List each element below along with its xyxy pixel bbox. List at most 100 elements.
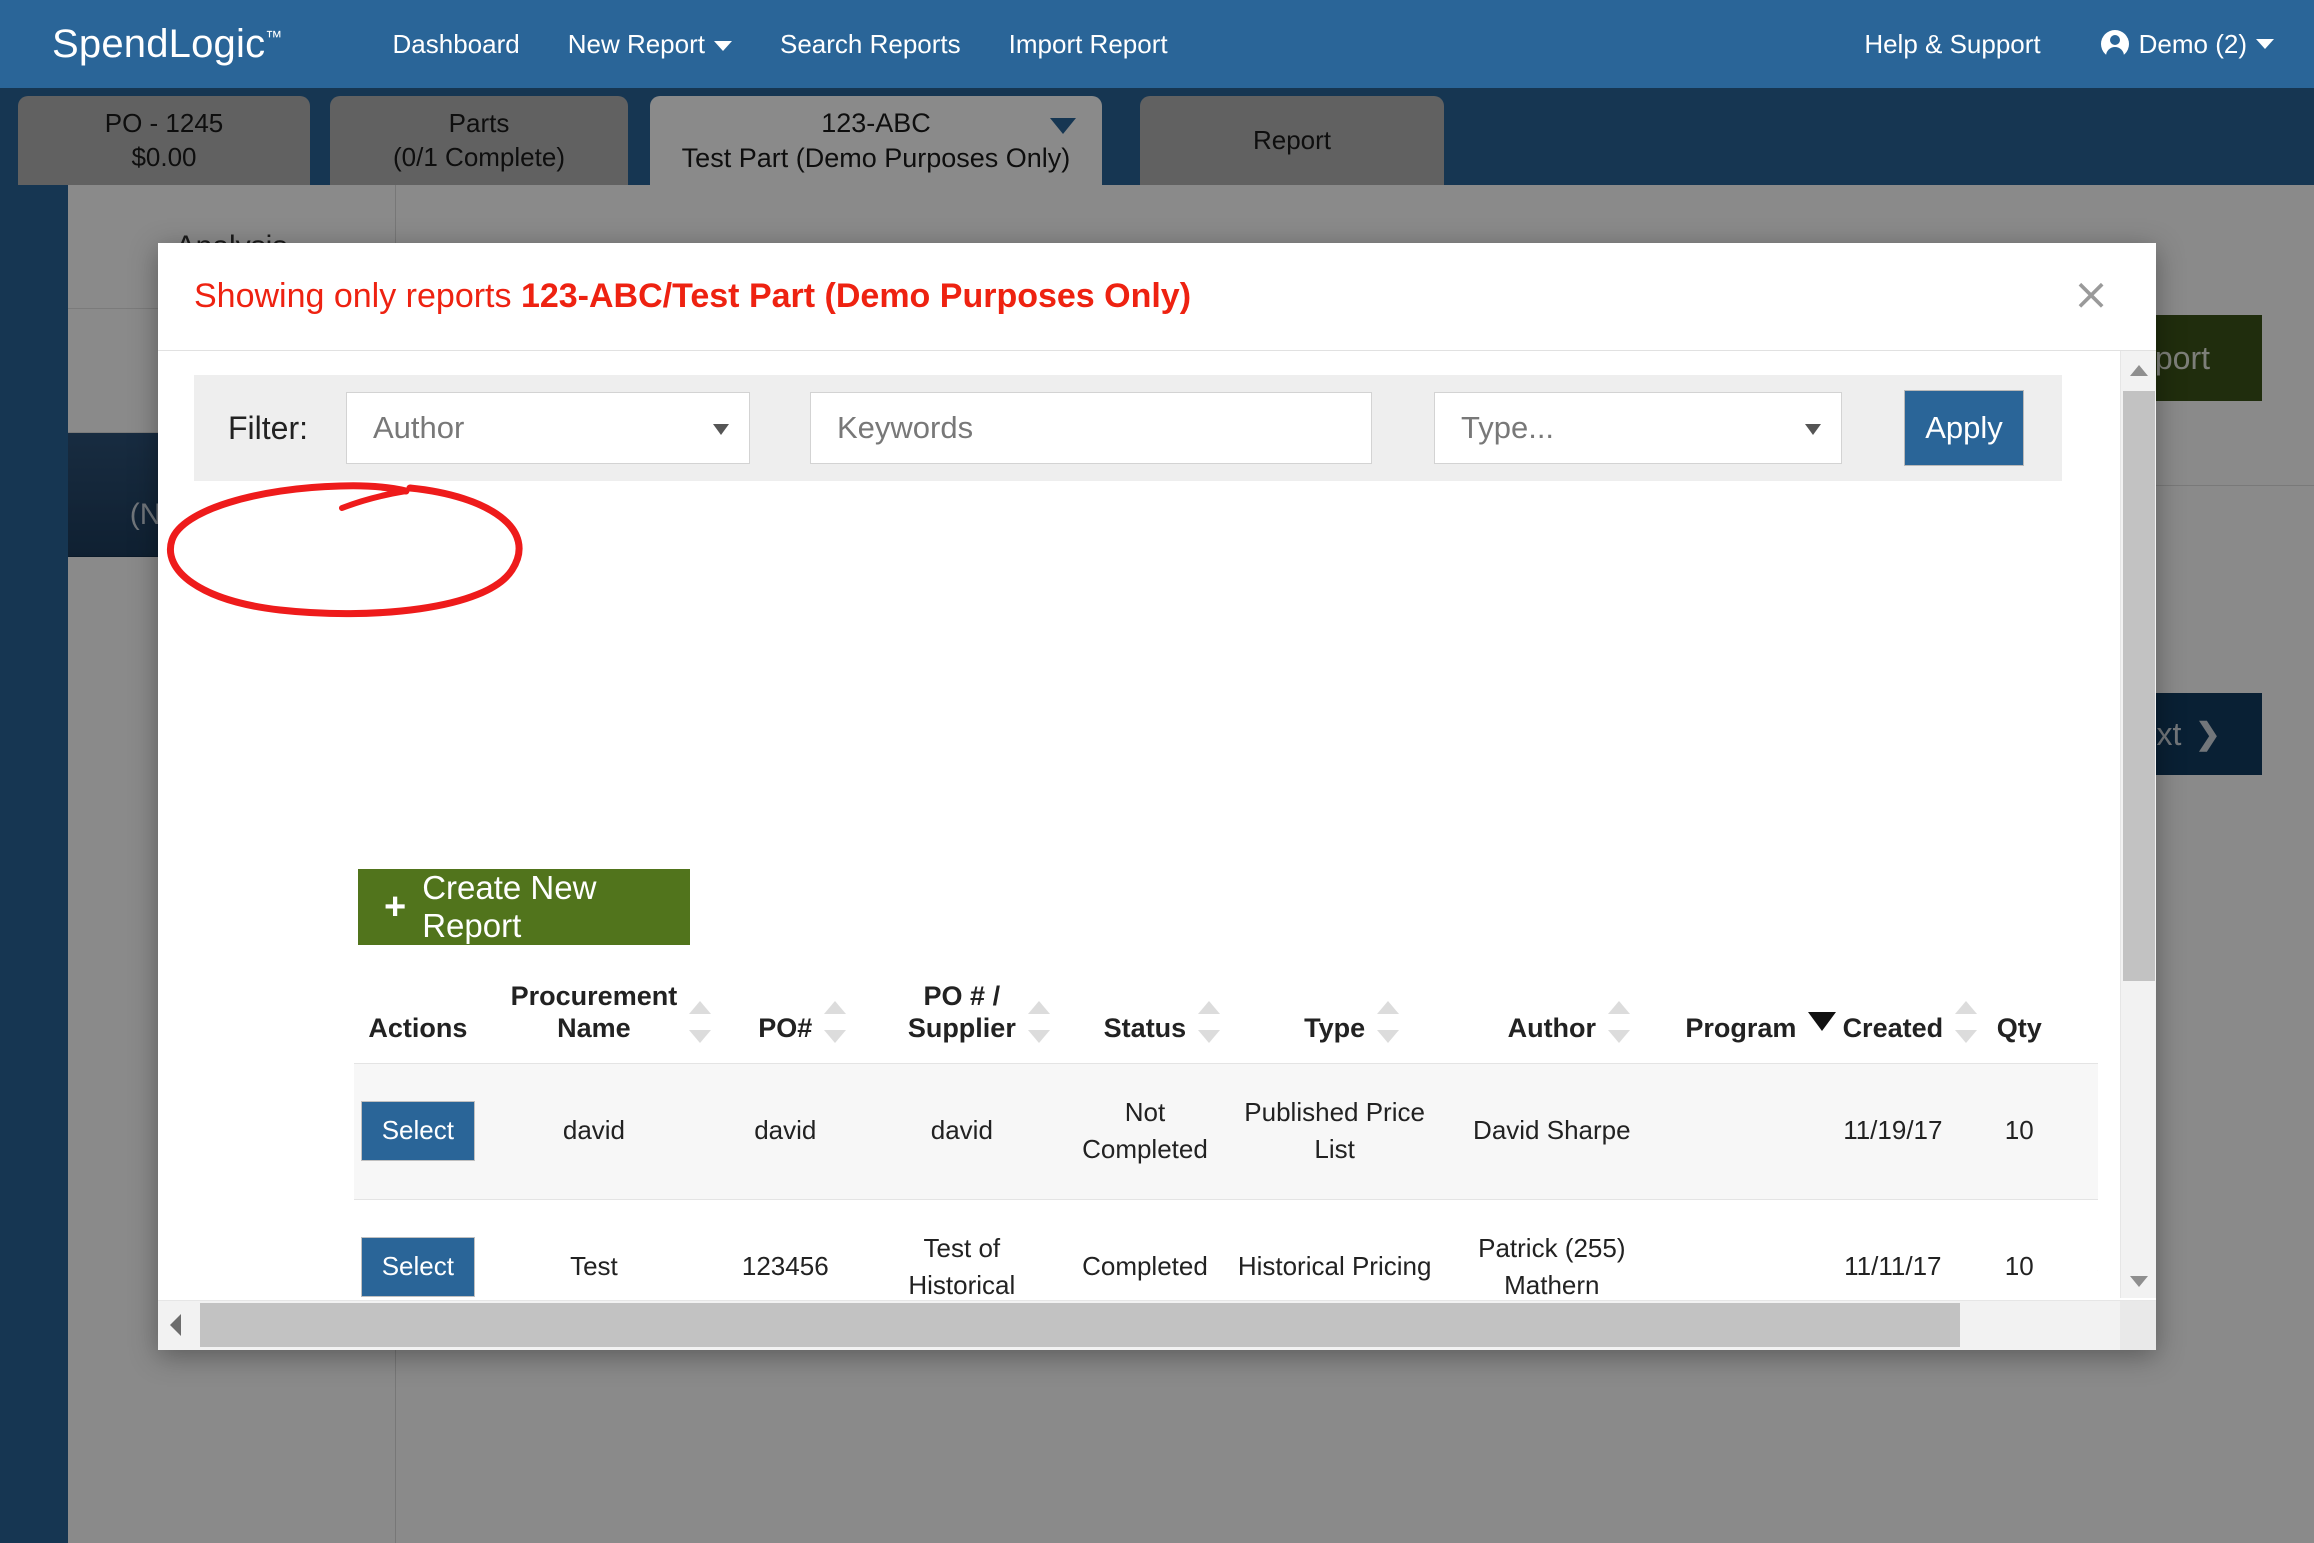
reports-table-head: Actions Procurement Name PO# PO # / Supp… xyxy=(354,981,2098,1063)
col-author-label: Author xyxy=(1507,1000,1631,1045)
chevron-down-icon xyxy=(713,424,729,435)
cell-supplier: david xyxy=(930,1115,993,1146)
app-logo-text: SpendLogic xyxy=(52,21,266,66)
reports-table-body: Select david david david Not Completed P… xyxy=(354,1063,2098,1298)
col-program-label: Program xyxy=(1685,1011,1837,1045)
table-row[interactable]: Select david david david Not Completed P… xyxy=(354,1063,2098,1200)
top-navbar: SpendLogic™ Dashboard New Report Search … xyxy=(0,0,2314,88)
cell-program xyxy=(1665,1199,1817,1298)
horizontal-scrollbar-thumb[interactable] xyxy=(200,1303,1960,1347)
plus-icon: + xyxy=(384,886,407,928)
col-author[interactable]: Author xyxy=(1439,981,1665,1063)
chevron-down-icon xyxy=(713,40,732,51)
cell-qty: 10 xyxy=(2004,1251,2034,1282)
sort-icon[interactable] xyxy=(1377,1000,1400,1043)
modal-scroll-area: Filter: Author Keywords Type... Apply + … xyxy=(158,351,2098,1298)
author-select[interactable]: Author xyxy=(346,392,750,464)
primary-nav: Dashboard New Report Search Reports Impo… xyxy=(393,29,1216,60)
col-author-l2: Author xyxy=(1507,1012,1597,1043)
close-icon[interactable]: × xyxy=(2068,273,2114,319)
cell-supplier: Test of Historical xyxy=(908,1232,1016,1298)
col-price: Price xyxy=(2070,981,2098,1063)
type-select-value: Type... xyxy=(1461,410,1555,445)
user-account-icon xyxy=(2100,30,2129,59)
app-root: SpendLogic™ Dashboard New Report Search … xyxy=(0,0,2314,1543)
chevron-down-icon xyxy=(2256,39,2274,49)
chevron-down-icon xyxy=(1805,424,1821,435)
scrollbar-corner xyxy=(2120,1301,2156,1350)
cell-type: Published Price List xyxy=(1244,1096,1425,1165)
cell-created: 11/19/17 xyxy=(1843,1115,1943,1146)
cell-qty: 10 xyxy=(2004,1115,2034,1146)
sort-icon[interactable] xyxy=(1608,1000,1631,1043)
horizontal-scrollbar[interactable] xyxy=(158,1300,2156,1350)
sort-icon[interactable] xyxy=(1198,1000,1221,1043)
col-po[interactable]: PO# xyxy=(706,981,864,1063)
nav-item-help-support[interactable]: Help & Support xyxy=(1864,29,2040,60)
col-procurement-name[interactable]: Procurement Name xyxy=(482,981,712,1063)
col-type-label: Type xyxy=(1304,1000,1400,1045)
table-header-row: Actions Procurement Name PO# PO # / Supp… xyxy=(354,981,2098,1063)
sort-icon[interactable] xyxy=(824,1000,847,1043)
col-status-label: Status xyxy=(1103,1000,1221,1045)
author-select-value: Author xyxy=(373,410,465,445)
row-actions: Select xyxy=(354,1063,482,1199)
vertical-scrollbar[interactable] xyxy=(2120,351,2156,1298)
col-program-l2: Program xyxy=(1685,1012,1797,1043)
vertical-scrollbar-thumb[interactable] xyxy=(2123,391,2155,981)
col-po-supplier-label: PO # / Supplier xyxy=(907,981,1050,1045)
scroll-left-arrow-icon[interactable] xyxy=(160,1301,196,1349)
nav-item-import-report[interactable]: Import Report xyxy=(1009,29,1168,60)
app-logo[interactable]: SpendLogic™ xyxy=(52,22,283,67)
col-procurement-name-l1: Procurement xyxy=(510,981,678,1011)
col-po-l2: PO# xyxy=(758,1012,813,1043)
nav-item-search-reports[interactable]: Search Reports xyxy=(780,29,961,60)
scroll-down-arrow-icon[interactable] xyxy=(2121,1262,2156,1298)
cell-program xyxy=(1665,1063,1817,1199)
keywords-input-placeholder: Keywords xyxy=(837,410,974,445)
nav-item-new-report[interactable]: New Report xyxy=(568,29,732,60)
col-actions-label: Actions xyxy=(368,1012,468,1043)
user-menu[interactable]: Demo (2) xyxy=(2100,28,2274,60)
cell-type: Historical Pricing xyxy=(1237,1251,1432,1282)
col-po-supplier-l2: Supplier xyxy=(907,1012,1016,1043)
col-qty: Qty xyxy=(1969,981,2070,1063)
trademark-symbol: ™ xyxy=(265,27,283,47)
col-status[interactable]: Status xyxy=(1059,981,1230,1063)
col-type[interactable]: Type xyxy=(1231,981,1439,1063)
table-row[interactable]: Select Test 123456 Test of Historical Co… xyxy=(354,1199,2098,1298)
reports-modal: Showing only reports 123-ABC/Test Part (… xyxy=(158,243,2156,1350)
create-new-report-label: Create New Report xyxy=(422,869,597,944)
cell-price: $5441.75 xyxy=(2070,1199,2099,1298)
col-actions: Actions xyxy=(354,981,482,1063)
col-po-label: PO# xyxy=(758,1000,847,1045)
create-new-report-button[interactable]: + Create New Report xyxy=(358,869,690,945)
cell-created: 11/11/17 xyxy=(1844,1251,1942,1282)
col-type-l2: Type xyxy=(1304,1012,1366,1043)
scroll-up-arrow-icon[interactable] xyxy=(2121,351,2156,387)
col-created[interactable]: Created xyxy=(1817,981,1978,1063)
user-menu-label: Demo (2) xyxy=(2138,28,2247,59)
cell-po: david xyxy=(754,1115,817,1146)
col-po-supplier[interactable]: PO # / Supplier xyxy=(864,981,1059,1063)
cell-author: David Sharpe xyxy=(1473,1115,1631,1146)
modal-title-part: 123-ABC/Test Part (Demo Purposes Only) xyxy=(520,277,1192,315)
col-program[interactable]: Program xyxy=(1665,981,1837,1063)
select-button[interactable]: Select xyxy=(360,1101,475,1162)
col-procurement-name-label: Procurement Name xyxy=(510,981,712,1045)
cell-status: Completed xyxy=(1082,1251,1208,1282)
reports-table: Actions Procurement Name PO# PO # / Supp… xyxy=(354,981,2098,1298)
col-created-l2: Created xyxy=(1842,1012,1944,1043)
nav-item-dashboard[interactable]: Dashboard xyxy=(393,29,520,60)
apply-button[interactable]: Apply xyxy=(1904,390,2024,466)
nav-right-group: Help & Support Demo (2) xyxy=(1864,0,2274,88)
col-status-l2: Status xyxy=(1103,1012,1187,1043)
col-created-label: Created xyxy=(1842,1000,1978,1045)
filter-bar: Filter: Author Keywords Type... Apply xyxy=(194,375,2062,481)
keywords-input[interactable]: Keywords xyxy=(810,392,1372,464)
sort-icon[interactable] xyxy=(1027,1000,1050,1043)
select-button[interactable]: Select xyxy=(360,1237,475,1298)
cell-price: $0.00 xyxy=(2070,1063,2098,1199)
type-select[interactable]: Type... xyxy=(1434,392,1842,464)
cell-author: Patrick (255) Mathern xyxy=(1478,1232,1626,1298)
